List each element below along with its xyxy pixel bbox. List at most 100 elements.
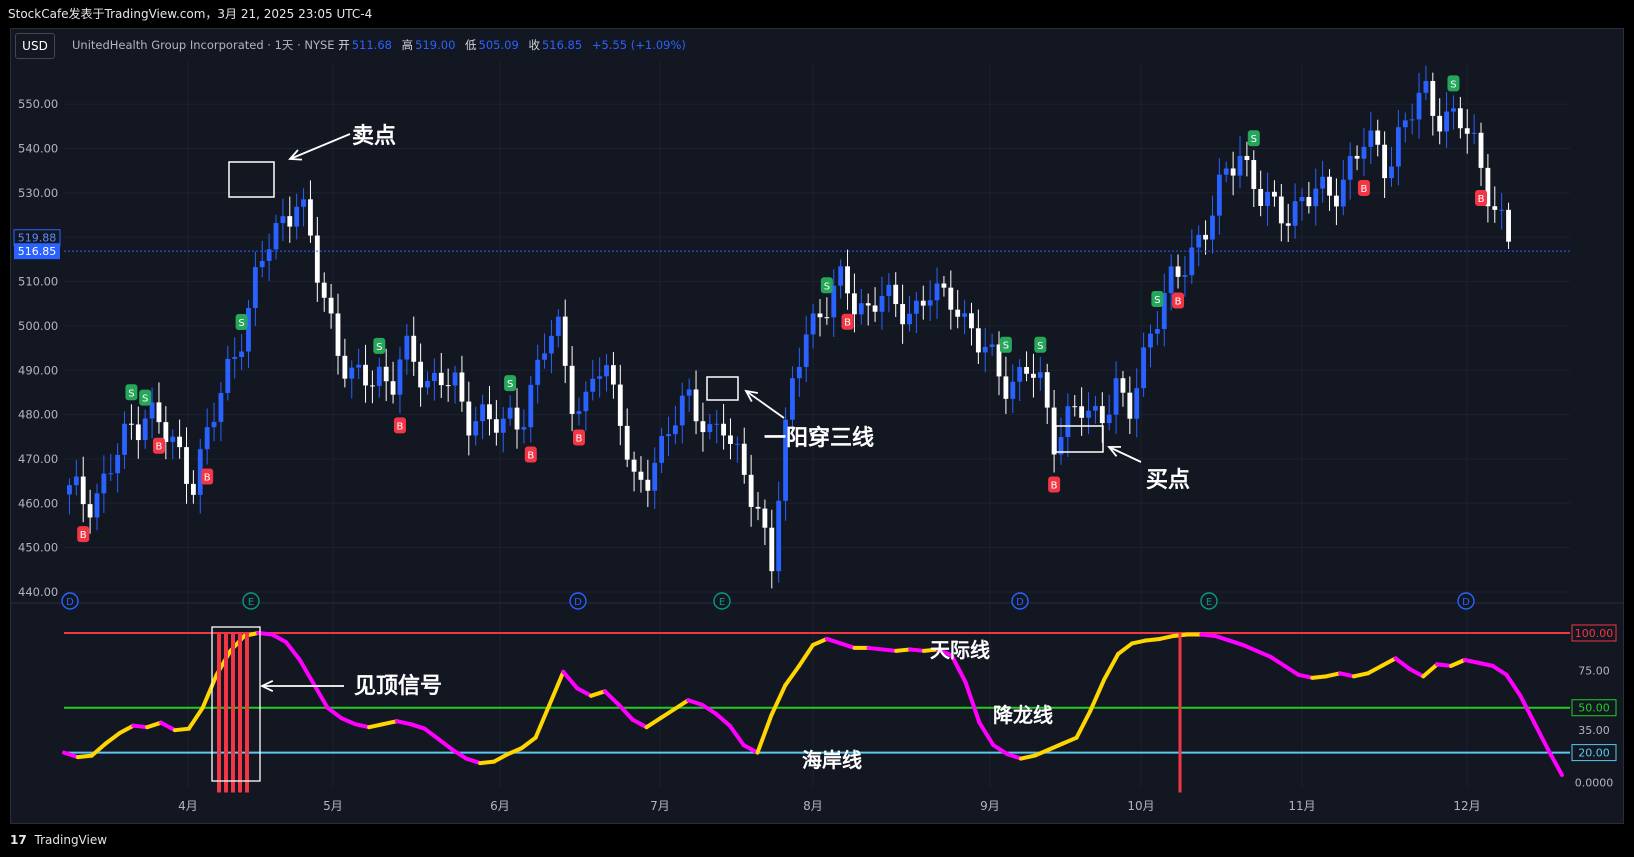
candle-body [1464,128,1470,134]
candle-body [418,361,424,388]
oscillator-segment [519,735,538,751]
candle-body [762,508,768,528]
oscillator-segment [783,663,802,688]
candle-body [969,313,974,329]
candle-body [1237,155,1243,176]
candle-body [879,295,885,312]
candle-body [1272,191,1277,197]
candle-body [982,346,988,353]
marker-label: S [507,379,513,390]
candle-body [617,384,623,426]
candle-body [190,483,196,495]
marker-label: S [1251,134,1257,145]
event-badge-label: D [66,597,74,608]
candle-body [349,367,355,379]
candle-body [177,436,183,448]
oscillator-segment [117,723,136,736]
candle-body [645,479,651,491]
candle-body [1244,155,1250,161]
osc-tick-label: 35.00 [1578,724,1610,737]
candle-body [487,404,492,420]
candle-body [94,493,100,518]
marker-label: B [1175,296,1182,307]
marker-label: S [1154,295,1160,306]
candle-body [1079,406,1085,418]
candle-body [824,317,830,319]
oscillator-segment [1088,677,1107,713]
oscillator-segment [1324,671,1343,679]
candle-body [1368,130,1374,147]
candle-body [721,423,726,436]
oscillator-segment [755,713,774,755]
candle-body [955,309,961,317]
marker-label: B [1478,194,1485,205]
candle-body [480,404,485,422]
candle-body [1168,266,1174,294]
oscillator-segment [1338,671,1356,679]
candle-body [390,381,396,395]
level-label: 100.00 [1575,627,1614,640]
candle-body [1065,406,1071,438]
candle-body [1134,388,1140,419]
candle-body [459,372,465,402]
symbol-legend[interactable]: UnitedHealth Group Incorporated · 1天 · N… [72,33,686,57]
candle-body [1389,166,1394,179]
oscillator-segment [977,720,996,748]
oscillator-segment [1518,693,1537,725]
candle-body [122,423,127,455]
candle-body [1457,108,1463,129]
candle-body [734,443,740,445]
candle-body [129,423,134,425]
oscillator-segment [1351,671,1370,679]
oscillator-segment [436,737,455,752]
candle-body [225,358,231,394]
candle-body [452,372,458,386]
oscillator-segment [1421,662,1440,679]
candle-body [893,284,899,305]
candle-body [790,378,795,420]
oscillator-segment [1365,663,1384,676]
level-sky-label: 天际线 [930,638,990,662]
candle-body [108,473,114,475]
candle-body [700,421,706,433]
price-tick-label: 450.00 [18,541,58,555]
candle-body [672,425,678,435]
event-badge-label: D [1462,597,1470,608]
oscillator-segment [533,702,552,740]
candle-body [342,355,348,379]
oscillator-segment [658,707,677,721]
oscillator-segment [159,720,177,733]
candle-body [438,372,444,386]
candle-body [817,313,823,318]
candle-body [1320,176,1326,189]
marker-label: S [128,388,134,399]
candle-body [679,395,685,426]
candle-body [246,307,251,352]
candle-body [280,216,286,224]
candle-body [80,476,86,505]
event-badge-label: E [719,597,725,608]
candle-body [1251,160,1257,189]
candle-body [845,266,850,294]
candle-body [1203,234,1208,240]
candle-body [1017,367,1023,382]
candle-body [1216,174,1222,216]
candle-body [886,284,892,296]
candle-body [948,287,954,310]
oscillator-segment [602,689,621,707]
candle-body [597,376,603,379]
candle-body [741,443,747,475]
candle-body [604,365,609,377]
candle-body [321,282,327,298]
oscillator-segment [1379,656,1398,668]
marker-label: S [376,342,382,353]
candle-body [1037,372,1043,378]
brand-name: TradingView [34,833,108,847]
candle-body [1423,80,1429,93]
marker-label: B [80,530,87,541]
candle-body [638,471,644,480]
candle-body [67,485,72,495]
currency-button[interactable]: USD [15,33,55,59]
open-label: 开 [338,38,350,52]
price-tick-label: 440.00 [18,585,58,599]
